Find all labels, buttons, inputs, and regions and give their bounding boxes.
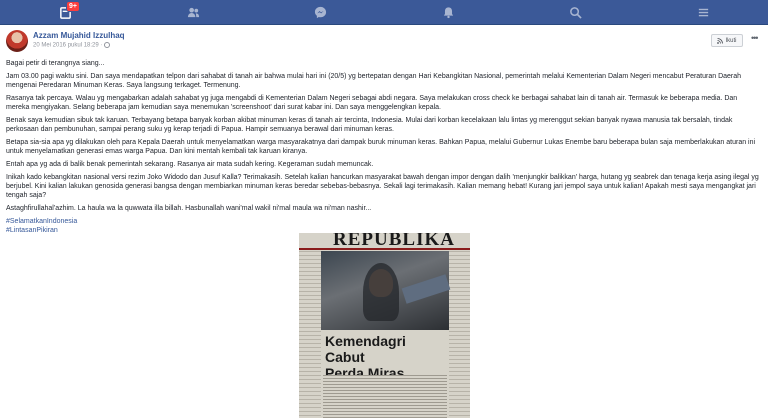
post-paragraph: Bagai petir di terangnya siang... (6, 60, 105, 67)
messenger-icon[interactable] (310, 2, 330, 22)
top-navigation-bar: 9+ (0, 0, 768, 25)
follow-button-label: Ikuti (725, 37, 737, 44)
post-card: Azzam Mujahid Izzulhaq 20 Mei 2016 pukul… (0, 25, 768, 418)
newspaper-headline-box: Kemendagri Cabut Perda Miras (321, 333, 449, 381)
newspaper-photo[interactable]: REPUBLIKA Kemendagri Cabut Perda Miras (299, 233, 470, 418)
newspaper-headline-line-1: Kemendagri Cabut (325, 333, 406, 365)
author-name[interactable]: Azzam Mujahid Izzulhaq (33, 31, 125, 40)
menu-icon[interactable] (693, 2, 713, 22)
post-paragraph: Astaghfirullahal'azhim. La haula wa la q… (6, 205, 372, 212)
person-hijab-shape (363, 263, 399, 321)
newspaper-masthead-rule (299, 248, 470, 250)
notification-count-badge: 9+ (66, 1, 80, 12)
notifications-icon[interactable] (438, 2, 458, 22)
hashtag-link[interactable]: #SelamatkanIndonesia (6, 217, 762, 226)
post-date[interactable]: 20 Mei 2016 pukul 18:29 · (33, 43, 104, 49)
post-paragraph: Jam 03.00 pagi waktu sini. Dan saya mend… (6, 73, 742, 89)
audience-icon (104, 42, 111, 48)
post-paragraph: Benak saya kemudian sibuk tak karuan. Te… (6, 117, 733, 133)
follow-button[interactable]: Ikuti (711, 34, 743, 47)
newspaper-photo-image (321, 251, 451, 330)
post-body: Bagai petir di terangnya siang... Jam 03… (6, 59, 762, 235)
author-avatar[interactable] (6, 30, 28, 52)
post-timestamp[interactable]: 20 Mei 2016 pukul 18:29 · (33, 42, 111, 49)
more-options-icon[interactable]: ••• (751, 33, 759, 43)
newspaper-right-column (449, 251, 470, 418)
rss-icon (717, 37, 724, 44)
arm-shape (401, 274, 451, 304)
post-paragraph: Inikah kado kebangkitan nasional versi r… (6, 174, 759, 199)
newspaper-body-text (323, 375, 447, 418)
home-icon[interactable]: 9+ (55, 1, 80, 22)
post-paragraph: Betapa sia-sia apa yg dilakukan oleh par… (6, 139, 756, 155)
newspaper-sidebar-column (299, 251, 321, 418)
search-icon[interactable] (565, 2, 585, 22)
post-paragraph: Entah apa yg ada di balik benak pemerint… (6, 161, 374, 168)
friends-icon[interactable] (183, 2, 203, 22)
post-paragraph: Rasanya tak percaya. Walau yg mengabarka… (6, 95, 738, 111)
